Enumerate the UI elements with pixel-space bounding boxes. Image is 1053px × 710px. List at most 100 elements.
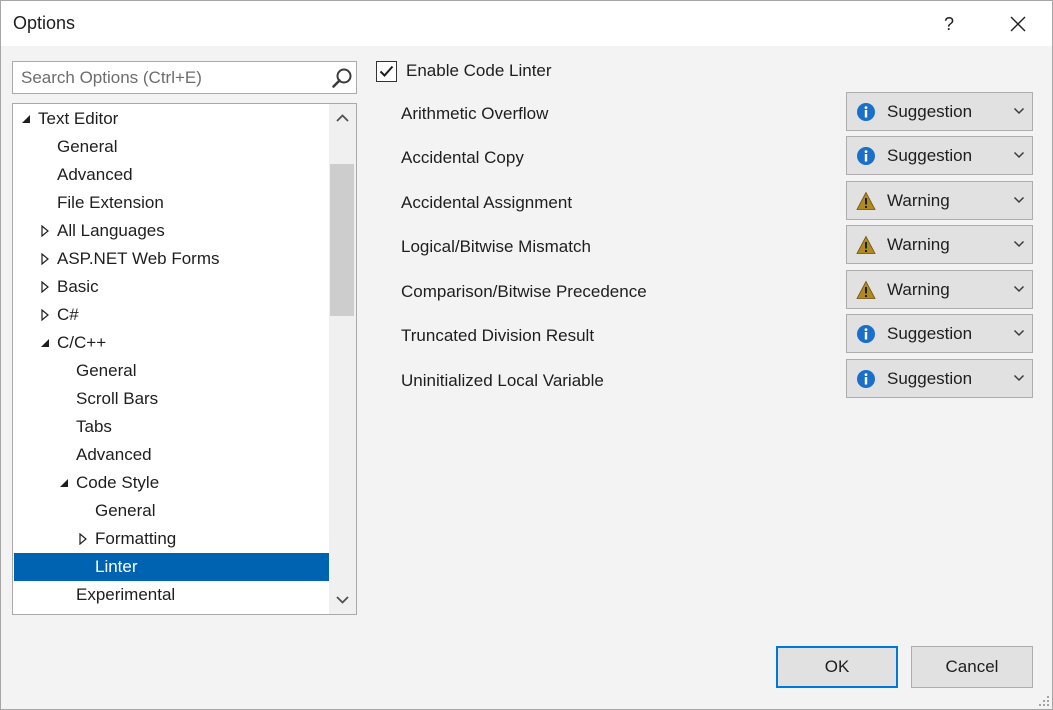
chevron-up-icon xyxy=(336,114,349,122)
rule-label: Truncated Division Result xyxy=(401,326,595,345)
cancel-button[interactable]: Cancel xyxy=(911,646,1033,688)
scroll-up-button[interactable] xyxy=(329,104,356,132)
options-dialog: Options ? Experimental Linter Formatting Ge… xyxy=(0,0,1053,710)
tree-item[interactable]: Code Style xyxy=(14,469,329,497)
info-icon xyxy=(857,325,875,343)
window-title: Options xyxy=(13,13,76,33)
tree-item[interactable]: Basic xyxy=(14,273,329,301)
chevron-down-icon xyxy=(1013,107,1025,115)
chevron-down-icon xyxy=(1013,329,1025,337)
tree-scrollbar[interactable] xyxy=(329,104,356,614)
rule-label: Accidental Assignment xyxy=(401,193,573,212)
options-tree[interactable]: Experimental Linter Formatting General Code … xyxy=(12,103,357,615)
info-icon xyxy=(857,147,875,165)
chevron-down-icon xyxy=(1013,196,1025,204)
tree-item[interactable]: File Extension xyxy=(14,189,329,217)
chevron-down-icon xyxy=(336,596,349,604)
expanded-arrow-icon[interactable] xyxy=(39,337,51,349)
tree-item[interactable]: Text Editor xyxy=(14,105,329,133)
warning-icon xyxy=(856,191,876,210)
tree-item[interactable]: Advanced xyxy=(14,161,329,189)
collapsed-arrow-icon[interactable] xyxy=(39,253,51,265)
tree-item[interactable]: ASP.NET Web Forms xyxy=(14,245,329,273)
tree-item-label: Basic xyxy=(57,277,99,296)
search-icon[interactable] xyxy=(331,67,353,89)
ok-button[interactable]: OK xyxy=(776,646,898,688)
scroll-down-button[interactable] xyxy=(329,586,356,614)
resize-grip-icon[interactable] xyxy=(1037,694,1051,708)
collapsed-arrow-icon[interactable] xyxy=(77,533,89,545)
severity-value: Suggestion xyxy=(887,146,973,165)
severity-value: Warning xyxy=(887,280,950,299)
search-box[interactable] xyxy=(12,61,357,94)
tree-item-label: Tabs xyxy=(76,417,112,436)
enable-linter-checkbox[interactable] xyxy=(376,61,397,82)
tree-item-label: Scroll Bars xyxy=(76,389,159,408)
chevron-down-icon xyxy=(1013,240,1025,248)
tree-item[interactable]: Formatting xyxy=(14,525,329,553)
tree-item-label: ASP.NET Web Forms xyxy=(57,249,220,268)
tree-item[interactable]: Linter xyxy=(14,553,329,581)
collapsed-arrow-icon[interactable] xyxy=(39,309,51,321)
tree-item[interactable]: General xyxy=(14,133,329,161)
tree-item-label: C/C++ xyxy=(57,333,107,352)
scroll-thumb[interactable] xyxy=(330,164,354,316)
severity-value: Suggestion xyxy=(887,369,973,388)
rule-label: Accidental Copy xyxy=(401,148,524,167)
tree-item-label: Text Editor xyxy=(38,109,119,128)
tree-item-label: Code Style xyxy=(76,473,160,492)
close-button[interactable] xyxy=(1001,9,1035,39)
info-icon xyxy=(857,370,875,388)
tree-item-label: General xyxy=(76,361,137,380)
severity-value: Suggestion xyxy=(887,324,973,343)
warning-icon xyxy=(856,235,876,254)
tree-item[interactable]: Advanced xyxy=(14,441,329,469)
expanded-arrow-icon[interactable] xyxy=(58,477,70,489)
expanded-arrow-icon[interactable] xyxy=(20,113,32,125)
tree-item-label: Advanced xyxy=(76,445,152,464)
severity-value: Suggestion xyxy=(887,102,973,121)
tree-item-label: Experimental xyxy=(76,585,176,604)
chevron-down-icon xyxy=(1013,151,1025,159)
tree-item[interactable]: General xyxy=(14,357,329,385)
tree-item-label: General xyxy=(57,137,118,156)
help-button[interactable]: ? xyxy=(935,11,963,37)
tree-item[interactable]: Experimental xyxy=(14,581,329,609)
tree-item[interactable]: C/C++ xyxy=(14,329,329,357)
severity-dropdown[interactable]: Suggestion xyxy=(846,92,1033,131)
tree-item-label: Advanced xyxy=(57,165,133,184)
search-input[interactable] xyxy=(19,67,319,89)
tree-item-label: All Languages xyxy=(57,221,165,240)
tree-item-label: Formatting xyxy=(95,529,177,548)
severity-dropdown[interactable]: Warning xyxy=(846,270,1033,309)
tree-item-label: General xyxy=(95,501,156,520)
severity-dropdown[interactable]: Suggestion xyxy=(846,136,1033,175)
collapsed-arrow-icon[interactable] xyxy=(39,225,51,237)
tree-item[interactable]: All Languages xyxy=(14,217,329,245)
tree-item-label: Linter xyxy=(95,557,138,576)
severity-value: Warning xyxy=(887,191,950,210)
tree-item-label: File Extension xyxy=(57,193,164,212)
tree-item[interactable]: C# xyxy=(14,301,329,329)
tree-item[interactable]: General xyxy=(14,497,329,525)
severity-dropdown[interactable]: Warning xyxy=(846,225,1033,264)
enable-linter-label: Enable Code Linter xyxy=(406,61,552,80)
rule-label: Uninitialized Local Variable xyxy=(401,371,604,390)
chevron-down-icon xyxy=(1013,285,1025,293)
rule-label: Comparison/Bitwise Precedence xyxy=(401,282,647,301)
info-icon xyxy=(857,103,875,121)
collapsed-arrow-icon[interactable] xyxy=(39,281,51,293)
title-bar: Options ? xyxy=(1,1,1052,46)
tree-item-label: C# xyxy=(57,305,79,324)
tree-item[interactable]: Scroll Bars xyxy=(14,385,329,413)
checkmark-icon xyxy=(379,65,394,77)
severity-dropdown[interactable]: Warning xyxy=(846,181,1033,220)
severity-dropdown[interactable]: Suggestion xyxy=(846,314,1033,353)
severity-value: Warning xyxy=(887,235,950,254)
severity-dropdown[interactable]: Suggestion xyxy=(846,359,1033,398)
close-icon xyxy=(1010,16,1026,32)
rule-label: Logical/Bitwise Mismatch xyxy=(401,237,591,256)
warning-icon xyxy=(856,280,876,299)
chevron-down-icon xyxy=(1013,374,1025,382)
tree-item[interactable]: Tabs xyxy=(14,413,329,441)
